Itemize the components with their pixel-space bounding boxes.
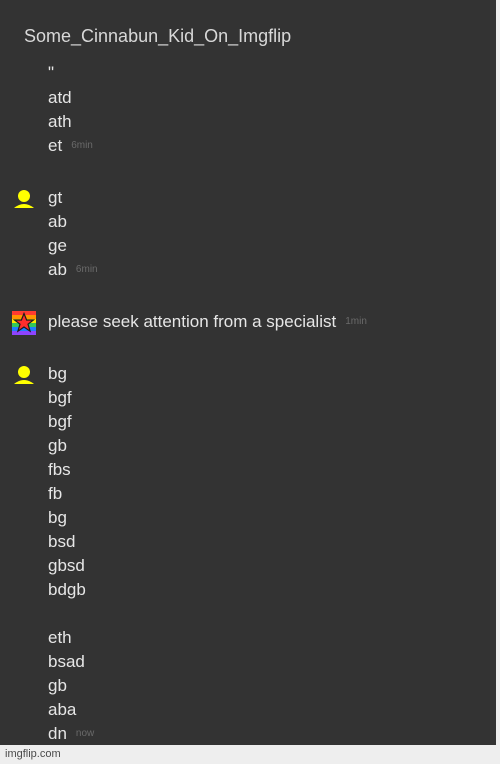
message-timestamp: 1min	[345, 316, 367, 327]
screenshot-frame: Some_Cinnabun_Kid_On_Imgflip " atd ath e…	[0, 0, 500, 764]
message-line: bsad	[48, 652, 85, 671]
message-line: gb	[48, 676, 67, 695]
chat-title[interactable]: Some_Cinnabun_Kid_On_Imgflip	[24, 25, 291, 47]
message-line: eth	[48, 628, 72, 647]
chat-panel: Some_Cinnabun_Kid_On_Imgflip " atd ath e…	[0, 0, 496, 745]
message-line: bdgb	[48, 580, 86, 599]
message-line: atd	[48, 88, 72, 107]
message-text: please seek attention from a specialist	[48, 312, 337, 331]
message-line: ge	[48, 236, 67, 255]
message-line: gt	[48, 188, 63, 207]
message-line: ath	[48, 112, 72, 131]
message-line: fb	[48, 484, 63, 503]
message-line: ab 6min	[48, 258, 98, 282]
message-line: dn now	[48, 722, 94, 745]
yellow-user-icon[interactable]	[12, 187, 36, 211]
message-line: gb	[48, 436, 67, 455]
message-line: aba	[48, 700, 77, 719]
message-line: gbsd	[48, 556, 85, 575]
message-text: dn	[48, 724, 67, 743]
message-line: bgf	[48, 388, 72, 407]
message-line: bgf	[48, 412, 72, 431]
message-line: bsd	[48, 532, 76, 551]
message-line: et 6min	[48, 134, 93, 158]
message-timestamp: 6min	[71, 140, 93, 151]
message-line: please seek attention from a specialist 1…	[48, 310, 367, 334]
message-text: et	[48, 136, 63, 155]
message-timestamp: 6min	[75, 264, 98, 275]
yellow-user-icon[interactable]	[12, 363, 36, 387]
cut-off-message-line: "	[48, 63, 55, 82]
imgflip-watermark: imgflip.com	[5, 748, 61, 760]
message-line: fbs	[48, 460, 71, 479]
rainbow-star-avatar[interactable]	[12, 311, 36, 335]
message-text: ab	[48, 260, 67, 279]
message-line: bg	[48, 508, 67, 527]
message-line: bg	[48, 364, 67, 383]
message-timestamp: now	[75, 728, 95, 739]
message-line: ab	[48, 212, 67, 231]
